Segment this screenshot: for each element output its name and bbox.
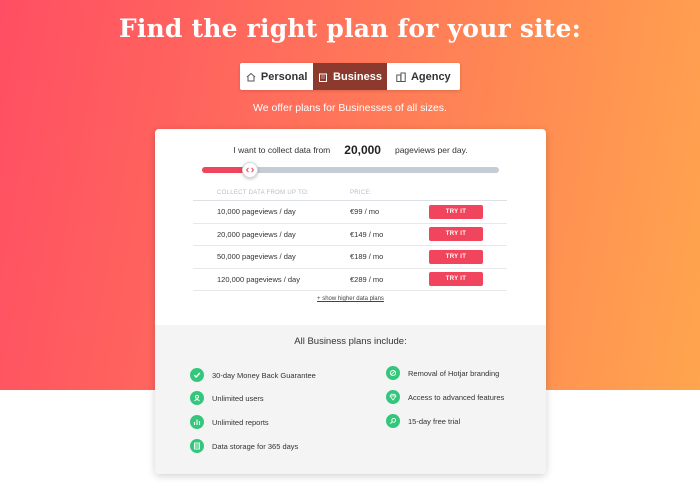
- collect-suffix: pageviews per day.: [394, 145, 468, 155]
- arrows-horizontal-icon: [245, 167, 254, 173]
- feature-item: 30-day Money Back Guarantee: [190, 368, 316, 382]
- chart-icon: [190, 415, 204, 429]
- feature-item: Removal of Hotjar branding: [386, 366, 499, 380]
- users-icon: [190, 391, 204, 405]
- row-price: €99 / mo: [350, 207, 380, 217]
- feature-label: Data storage for 365 days: [212, 441, 299, 451]
- feature-label: Unlimited reports: [212, 417, 269, 427]
- table-row: 50,000 pageviews / day €189 / mo TRY IT: [193, 246, 507, 269]
- buildings-icon: [396, 72, 406, 82]
- table-header: COLLECT DATA FROM UP TO: PRICE:: [193, 190, 507, 201]
- pageviews-selector-text: I want to collect data from 20,000 pagev…: [155, 143, 546, 157]
- feature-item: 15-day free trial: [386, 414, 460, 428]
- tab-personal[interactable]: Personal: [240, 63, 313, 90]
- tab-personal-label: Personal: [260, 70, 308, 83]
- feature-item: Unlimited reports: [190, 415, 269, 429]
- row-pageviews: 120,000 pageviews / day: [217, 274, 300, 284]
- building-icon: [319, 73, 328, 82]
- storage-icon: [190, 439, 204, 453]
- row-price: €289 / mo: [350, 274, 384, 284]
- tab-agency-label: Agency: [410, 70, 451, 83]
- slider-handle[interactable]: [241, 162, 258, 178]
- pricing-table: COLLECT DATA FROM UP TO: PRICE: 10,000 p…: [193, 190, 507, 291]
- includes-title: All Business plans include:: [294, 336, 407, 347]
- diamond-icon: [386, 390, 400, 404]
- column-header-pageviews: COLLECT DATA FROM UP TO:: [217, 190, 309, 196]
- no-branding-icon: [386, 366, 400, 380]
- row-pageviews: 20,000 pageviews / day: [217, 229, 296, 239]
- row-pageviews: 10,000 pageviews / day: [217, 207, 296, 217]
- feature-label: Access to advanced features: [408, 392, 505, 402]
- collect-prefix: I want to collect data from: [233, 145, 331, 155]
- check-badge-icon: [190, 368, 204, 382]
- table-row: 20,000 pageviews / day €149 / mo TRY IT: [193, 224, 507, 246]
- search-icon: [386, 414, 400, 428]
- try-it-button[interactable]: TRY IT: [429, 249, 483, 264]
- row-pageviews: 50,000 pageviews / day: [217, 252, 296, 262]
- feature-item: Data storage for 365 days: [190, 439, 298, 453]
- feature-label: 30-day Money Back Guarantee: [212, 370, 316, 380]
- tab-business-label: Business: [333, 70, 382, 83]
- feature-label: 15-day free trial: [408, 416, 461, 426]
- house-icon: [246, 72, 256, 81]
- tab-business[interactable]: Business: [313, 63, 387, 90]
- plan-tabs: Personal Business Agency: [240, 63, 460, 90]
- tab-agency[interactable]: Agency: [387, 63, 460, 90]
- pageviews-value: 20,000: [344, 143, 381, 157]
- plan-includes-section: All Business plans include: 30-day Money…: [155, 325, 546, 474]
- row-price: €189 / mo: [350, 252, 384, 262]
- table-row: 10,000 pageviews / day €99 / mo TRY IT: [193, 201, 507, 224]
- page-subtitle: We offer plans for Businesses of all siz…: [253, 102, 447, 114]
- pricing-card: I want to collect data from 20,000 pagev…: [155, 129, 546, 474]
- feature-item: Access to advanced features: [386, 390, 504, 404]
- try-it-button[interactable]: TRY IT: [429, 272, 483, 287]
- page-title: Find the right plan for your site:: [118, 14, 582, 43]
- row-price: €149 / mo: [350, 229, 384, 239]
- feature-item: Unlimited users: [190, 391, 264, 405]
- try-it-button[interactable]: TRY IT: [429, 204, 483, 219]
- feature-label: Unlimited users: [212, 393, 264, 403]
- show-higher-plans-link[interactable]: + show higher data plans: [155, 296, 546, 302]
- table-row: 120,000 pageviews / day €289 / mo TRY IT: [193, 269, 507, 291]
- try-it-button[interactable]: TRY IT: [429, 227, 483, 242]
- pageviews-slider[interactable]: [202, 162, 499, 178]
- feature-label: Removal of Hotjar branding: [408, 368, 500, 378]
- column-header-price: PRICE:: [350, 190, 372, 196]
